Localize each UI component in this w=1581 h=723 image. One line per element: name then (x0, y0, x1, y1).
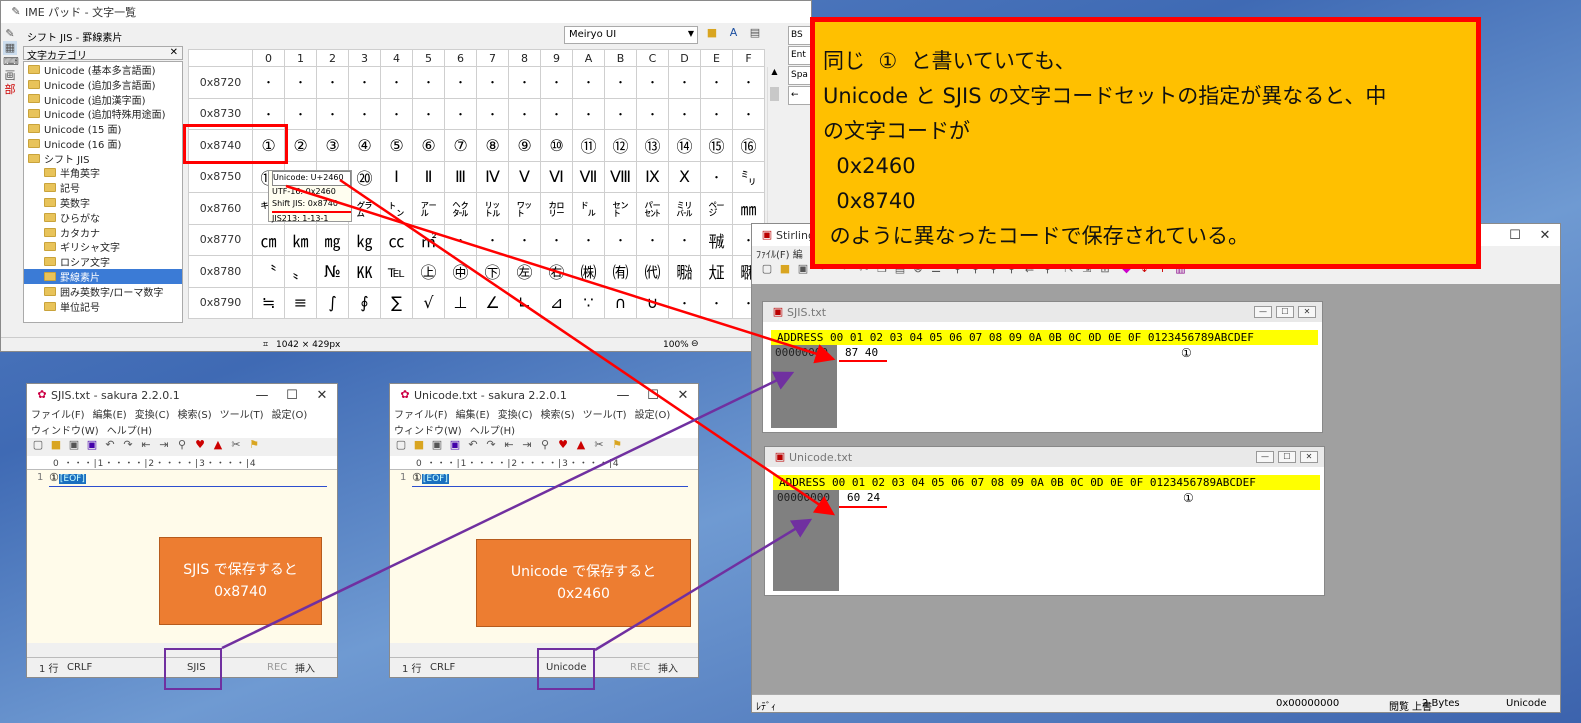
arrow-to-unicode-bytes (339, 178, 836, 516)
arrow-sjis-to-hex (221, 371, 795, 650)
annotation-arrows (221, 178, 836, 652)
arrow-to-sjis-bytes (285, 184, 836, 364)
arrow-unicode-to-hex (594, 518, 813, 652)
